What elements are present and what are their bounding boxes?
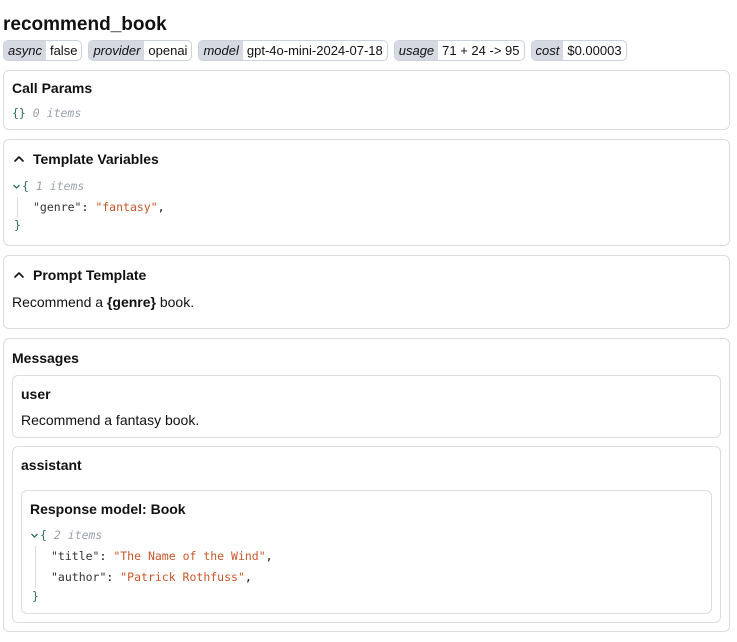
badge-key: async bbox=[4, 41, 46, 60]
json-entry: "genre": "fantasy", bbox=[17, 197, 721, 218]
prompt-text: Recommend a bbox=[12, 294, 107, 310]
badge-model: model gpt-4o-mini-2024-07-18 bbox=[198, 40, 388, 61]
json-item-count: 2 items bbox=[53, 528, 103, 542]
call-params-json: {} 0 items bbox=[12, 106, 721, 120]
json-item-count: 1 items bbox=[35, 179, 85, 193]
badge-value: false bbox=[49, 43, 78, 58]
trace-view: recommend_book async false provider open… bbox=[0, 0, 737, 632]
messages-card: Messages user Recommend a fantasy book. … bbox=[3, 338, 730, 632]
json-entry: "author": "Patrick Rothfuss", bbox=[51, 570, 252, 584]
badge-value: openai bbox=[148, 43, 188, 58]
json-key: "title" bbox=[51, 549, 100, 563]
messages-title: Messages bbox=[12, 350, 79, 366]
json-value: "fantasy" bbox=[95, 200, 158, 214]
json-key: "author" bbox=[51, 570, 107, 584]
badge-value: $0.00003 bbox=[567, 43, 622, 58]
json-key: "genre" bbox=[33, 200, 82, 214]
prompt-variable: {genre} bbox=[106, 294, 156, 310]
user-message: user Recommend a fantasy book. bbox=[12, 375, 721, 438]
response-model-card: Response model: Book { 2 items "title": … bbox=[21, 490, 712, 614]
badge-cost: cost $0.00003 bbox=[530, 40, 627, 61]
json-close-brace: } bbox=[14, 218, 21, 232]
page-title: recommend_book bbox=[3, 14, 167, 35]
call-params-title: Call Params bbox=[12, 80, 93, 96]
prompt-template-header[interactable]: Prompt Template bbox=[12, 266, 721, 284]
template-variables-card: Template Variables { 1 items "genre": "f… bbox=[3, 139, 730, 246]
json-open-brace: { bbox=[40, 528, 47, 542]
json-braces: {} bbox=[12, 106, 26, 120]
message-content: Recommend a fantasy book. bbox=[21, 412, 200, 428]
badge-value: gpt-4o-mini-2024-07-18 bbox=[246, 43, 383, 58]
json-value: "The Name of the Wind" bbox=[113, 549, 266, 563]
badge-key: model bbox=[199, 41, 243, 60]
badge-key: provider bbox=[89, 41, 145, 60]
json-close-brace: } bbox=[32, 589, 39, 603]
response-model-title: Response model: Book bbox=[30, 501, 186, 517]
message-role: assistant bbox=[21, 457, 82, 473]
prompt-template-text: Recommend a {genre} book. bbox=[12, 294, 721, 310]
response-json: { 2 items "title": "The Name of the Wind… bbox=[30, 525, 703, 605]
prompt-text: book. bbox=[155, 294, 195, 310]
chevron-up-icon[interactable] bbox=[13, 153, 25, 165]
prompt-template-title: Prompt Template bbox=[33, 267, 147, 283]
template-variables-title: Template Variables bbox=[33, 151, 159, 167]
badge-key: usage bbox=[394, 41, 439, 60]
badge-provider: provider openai bbox=[88, 40, 193, 61]
json-entries: "title": "The Name of the Wind", "author… bbox=[35, 546, 703, 588]
template-variables-json: { 1 items "genre": "fantasy", } bbox=[12, 176, 721, 233]
badge-async: async false bbox=[3, 40, 83, 61]
message-role: user bbox=[21, 386, 51, 402]
badge-usage: usage 71 + 24 -> 95 bbox=[393, 40, 525, 61]
call-params-card: Call Params {} 0 items bbox=[3, 70, 730, 130]
json-value: "Patrick Rothfuss" bbox=[120, 570, 245, 584]
prompt-template-card: Prompt Template Recommend a {genre} book… bbox=[3, 255, 730, 329]
json-open-brace: { bbox=[22, 179, 29, 193]
json-item-count: 0 items bbox=[32, 106, 82, 120]
badge-key: cost bbox=[531, 41, 564, 60]
metadata-badges: async false provider openai model gpt-4o… bbox=[3, 40, 730, 61]
assistant-message: assistant Response model: Book { 2 items… bbox=[12, 446, 721, 623]
template-variables-header[interactable]: Template Variables bbox=[12, 150, 721, 168]
collapse-caret-icon[interactable] bbox=[12, 182, 21, 191]
json-entry: "title": "The Name of the Wind", bbox=[51, 549, 273, 563]
chevron-up-icon[interactable] bbox=[13, 269, 25, 281]
collapse-caret-icon[interactable] bbox=[30, 531, 39, 540]
badge-value: 71 + 24 -> 95 bbox=[442, 43, 520, 58]
